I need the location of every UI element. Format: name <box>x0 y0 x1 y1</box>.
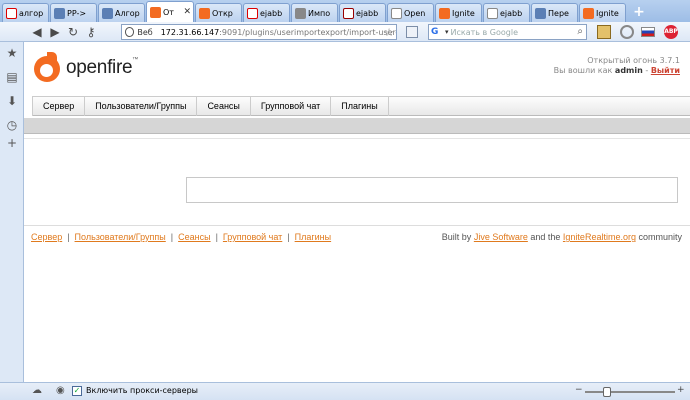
openfire-icon <box>583 7 594 19</box>
browser-tab-active[interactable]: От ✕ <box>146 1 194 22</box>
search-icon[interactable]: ⌕ <box>577 26 583 37</box>
browser-tab[interactable]: Импо <box>291 3 338 22</box>
zoom-out-icon[interactable]: − <box>575 385 583 395</box>
tab-server[interactable]: Сервер <box>32 97 86 116</box>
camera-icon[interactable]: ◉ <box>56 386 68 396</box>
tab-plugins[interactable]: Плагины <box>331 97 389 116</box>
openfire-logo[interactable]: openfire™ <box>32 52 138 84</box>
new-tab-button[interactable]: + <box>630 4 648 22</box>
browser-sidebar: ★ ▤ ⬇ ◷ + <box>0 42 24 382</box>
tab-strip: Яалгор PP-> Алгор От ✕ Откр Яejabb Импо e… <box>0 0 690 22</box>
browser-tab[interactable]: Откр <box>195 3 242 22</box>
image-icon[interactable] <box>406 26 418 38</box>
logout-link[interactable]: Выйти <box>651 66 680 75</box>
tab-group-chat[interactable]: Групповой чат <box>251 97 332 116</box>
wikipedia-icon: W <box>487 7 498 19</box>
web-page: openfire™ Открытый огонь 3.7.1 Вы вошли … <box>24 42 690 382</box>
proxy-checkbox[interactable]: ✓ <box>72 386 82 396</box>
openfire-icon <box>150 6 161 18</box>
add-panel-icon[interactable]: + <box>5 136 19 150</box>
content-box <box>186 177 678 203</box>
footer-link-server[interactable]: Сервер <box>31 232 62 242</box>
language-flag-icon[interactable] <box>641 27 655 37</box>
footer-nav: Сервер | Пользователи/Группы | Сеансы | Группо… <box>31 232 332 242</box>
zoom-slider[interactable] <box>585 391 675 393</box>
close-icon[interactable]: ✕ <box>183 7 191 17</box>
browser-tab[interactable]: Яалгор <box>2 3 49 22</box>
sub-nav-bar <box>24 118 690 134</box>
download-icon[interactable]: ⬇ <box>5 94 19 108</box>
yandex-icon: Я <box>6 7 17 19</box>
search-input[interactable]: G ▾ Искать в Google ⌕ <box>428 24 587 40</box>
browser-tab[interactable]: e ejabb <box>339 3 386 22</box>
browser-tab[interactable]: PP-> <box>50 3 97 22</box>
footer-credits: Built by Jive Software and the IgniteRea… <box>441 232 682 242</box>
tab-users-groups[interactable]: Пользователи/Группы <box>85 97 198 116</box>
openfire-icon <box>199 7 210 19</box>
url-text[interactable]: 172.31.66.147:9091/plugins/userimportexp… <box>161 28 396 37</box>
browser-toolbar: ◀ ▶ ↻ ⚷ Веб 172.31.66.147:9091/plugins/u… <box>0 22 690 42</box>
browser-tab[interactable]: Пере <box>531 3 578 22</box>
chevron-down-icon[interactable]: ▾ <box>445 28 449 36</box>
footer-link-plugins[interactable]: Плагины <box>295 232 331 242</box>
notes-icon[interactable]: ▤ <box>5 70 19 84</box>
openfire-flame-icon <box>32 52 62 84</box>
notes-icon[interactable] <box>597 25 611 39</box>
google-icon: G <box>431 27 439 37</box>
browser-tab[interactable]: Ignite <box>579 3 626 22</box>
ejabberd-icon: e <box>343 7 354 19</box>
proxy-label: Включить прокси-серверы <box>86 386 198 395</box>
openfire-icon <box>439 7 450 19</box>
browser-tab[interactable]: Алгор <box>98 3 145 22</box>
status-bar: ☁ ◉ ✓ Включить прокси-серверы − + <box>0 382 690 400</box>
address-bar[interactable]: Веб 172.31.66.147:9091/plugins/userimpor… <box>121 24 397 40</box>
zoom-slider-thumb[interactable] <box>603 387 611 397</box>
adblock-icon[interactable]: ABP <box>664 25 678 39</box>
username: admin <box>614 66 643 75</box>
login-status: Вы вошли как admin - Выйти <box>553 66 680 75</box>
back-arrow-icon[interactable]: ◀ <box>28 23 46 41</box>
main-nav: Сервер Пользователи/Группы Сеансы Группо… <box>32 96 690 116</box>
jive-software-link[interactable]: Jive Software <box>474 232 528 242</box>
url-scheme-label: Веб <box>137 27 153 37</box>
cloud-icon[interactable]: ☁ <box>32 386 44 396</box>
ignite-realtime-link[interactable]: IgniteRealtime.org <box>563 232 636 242</box>
star-icon[interactable]: ★ <box>5 46 19 60</box>
globe-icon <box>125 27 135 37</box>
forward-arrow-icon[interactable]: ▶ <box>46 23 64 41</box>
tab-sessions[interactable]: Сеансы <box>197 97 251 116</box>
browser-tab[interactable]: Яejabb <box>243 3 290 22</box>
key-icon[interactable]: ⚷ <box>82 23 100 41</box>
bookmark-star-icon[interactable]: ☆ <box>384 26 394 39</box>
history-clock-icon[interactable]: ◷ <box>5 118 19 132</box>
divider <box>24 138 690 139</box>
footer-link-sessions[interactable]: Сеансы <box>178 232 210 242</box>
footer: Сервер | Пользователи/Группы | Сеансы | Группо… <box>24 225 690 245</box>
logo-text: openfire™ <box>66 57 138 78</box>
footer-link-users-groups[interactable]: Пользователи/Группы <box>75 232 166 242</box>
browser-tab[interactable]: W Open <box>387 3 434 22</box>
yandex-icon: Я <box>247 7 258 19</box>
zoom-in-icon[interactable]: + <box>677 385 685 395</box>
page-icon <box>535 7 546 19</box>
gear-icon <box>295 7 306 19</box>
reload-icon[interactable]: ↻ <box>64 23 82 41</box>
page-icon <box>54 7 65 19</box>
footer-link-group-chat[interactable]: Групповой чат <box>223 232 282 242</box>
browser-tab[interactable]: Wejabb <box>483 3 530 22</box>
page-icon <box>102 7 113 19</box>
browser-tab[interactable]: Ignite <box>435 3 482 22</box>
magnifier-icon[interactable] <box>620 25 634 39</box>
wikipedia-icon: W <box>391 7 402 19</box>
version-label: Открытый огонь 3.7.1 <box>587 56 680 65</box>
